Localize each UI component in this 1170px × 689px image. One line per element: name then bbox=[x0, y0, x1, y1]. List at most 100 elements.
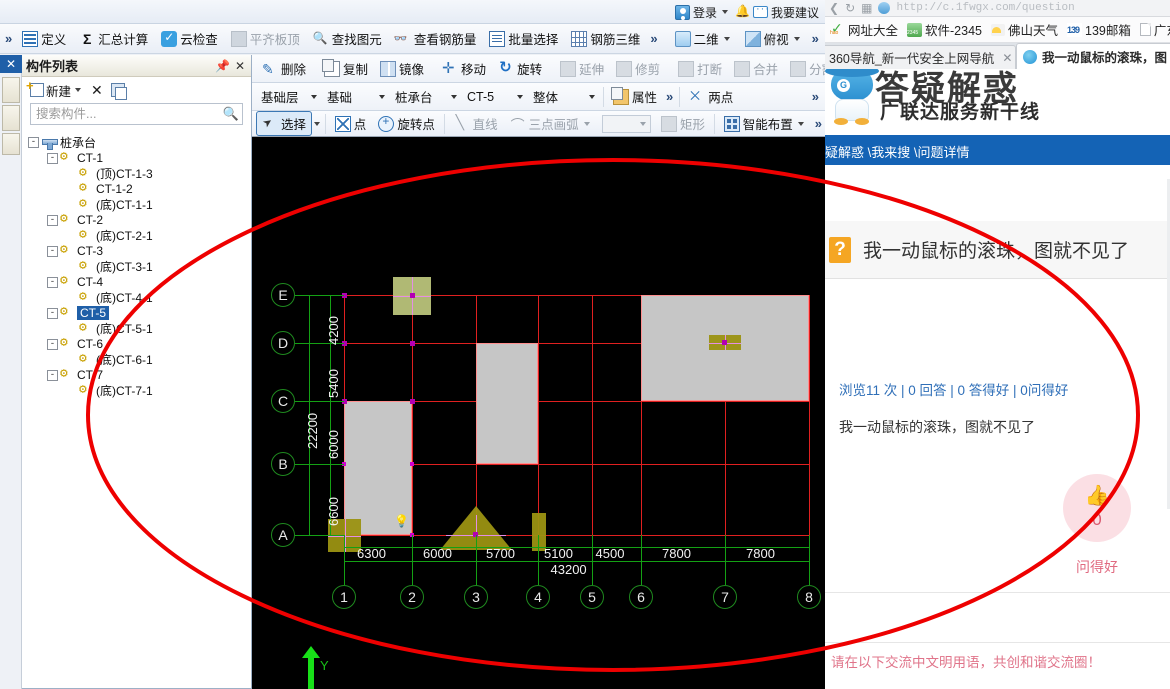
draw-select-button[interactable]: 选择 bbox=[256, 111, 313, 136]
tree-expander-icon[interactable]: - bbox=[47, 214, 58, 226]
property-overflow-icon[interactable]: » bbox=[663, 89, 676, 104]
bookmark-hao123[interactable]: 网址大全 bbox=[830, 20, 898, 39]
tree-item[interactable]: (底)CT-5-1 bbox=[28, 320, 251, 337]
tree-expander-icon[interactable]: - bbox=[47, 307, 58, 319]
draw-extra-select[interactable] bbox=[601, 114, 651, 133]
dock-tab-2[interactable] bbox=[2, 105, 20, 131]
modify-rotate-button[interactable]: 旋转 bbox=[492, 56, 548, 81]
tree-expander-icon[interactable]: - bbox=[47, 338, 58, 350]
dock-tab-3[interactable] bbox=[2, 133, 20, 155]
tree-item[interactable]: CT-1-2 bbox=[28, 180, 251, 198]
back-arrow-icon[interactable]: ❮ bbox=[829, 1, 839, 15]
draw-rotate-point-button[interactable]: 旋转点 bbox=[372, 111, 441, 136]
floor-select[interactable]: 基础层 bbox=[256, 87, 322, 107]
close-icon[interactable]: ✕ bbox=[1002, 51, 1012, 65]
axis-label-D[interactable]: D bbox=[271, 331, 295, 355]
duplicate-component-button[interactable] bbox=[110, 83, 127, 100]
reload-icon[interactable]: ↻ bbox=[845, 1, 855, 15]
modify-copy-button[interactable]: 复制 bbox=[318, 56, 374, 81]
delete-component-button[interactable]: ✕ bbox=[91, 82, 103, 99]
tree-item[interactable]: (底)CT-1-1 bbox=[28, 196, 251, 213]
suggest-button[interactable]: 我要建议 bbox=[752, 3, 819, 21]
tree-item[interactable]: - CT-4 bbox=[28, 273, 251, 291]
axis-label-A[interactable]: A bbox=[271, 523, 295, 547]
axis-label-7[interactable]: 7 bbox=[713, 585, 737, 609]
tree-item[interactable]: (底)CT-6-1 bbox=[28, 351, 251, 368]
view-2d-button[interactable]: 二维 bbox=[669, 26, 738, 51]
tree-item[interactable]: (底)CT-4-1 bbox=[28, 289, 251, 306]
ribbon-summary-calc-button[interactable]: Σ 汇总计算 bbox=[73, 26, 154, 51]
axis-label-6[interactable]: 6 bbox=[629, 585, 653, 609]
axis-label-3[interactable]: 3 bbox=[464, 585, 488, 609]
ribbon-find-element-button[interactable]: 查找图元 bbox=[307, 26, 388, 51]
new-component-button[interactable]: 新建 bbox=[26, 78, 83, 100]
dock-tab-1[interactable] bbox=[2, 77, 20, 103]
modify-mirror-button[interactable]: 镜像 bbox=[374, 56, 430, 81]
axis-label-B[interactable]: B bbox=[271, 452, 295, 476]
tree-item[interactable]: - CT-6 bbox=[28, 335, 251, 353]
ribbon-batch-select-button[interactable]: 批量选择 bbox=[483, 26, 564, 51]
category-select[interactable]: 基础 bbox=[322, 87, 390, 107]
ribbon-main-overflow-icon[interactable]: » bbox=[647, 31, 660, 46]
tree-expander-icon[interactable]: - bbox=[47, 276, 58, 288]
ribbon-rebar-3d-button[interactable]: 钢筋三维 bbox=[565, 26, 646, 51]
axis-label-5[interactable]: 5 bbox=[580, 585, 604, 609]
breadcrumb[interactable]: 疑解惑 \我来搜 \问题详情 bbox=[825, 142, 969, 161]
component-type-select[interactable]: 桩承台 bbox=[390, 87, 462, 107]
ribbon-left-overflow-icon[interactable]: » bbox=[2, 31, 15, 46]
tab-question[interactable]: 我一动鼠标的滚珠，图 bbox=[1016, 43, 1170, 69]
tree-item[interactable]: (底)CT-2-1 bbox=[28, 227, 251, 244]
properties-button[interactable]: 属性 bbox=[607, 84, 663, 109]
draw-overflow-icon[interactable]: » bbox=[812, 116, 825, 131]
bookmark-guangdong[interactable]: 广东 bbox=[1139, 20, 1170, 39]
search-input[interactable] bbox=[31, 104, 220, 124]
draw-smart-layout-button[interactable]: 智能布置 bbox=[718, 111, 812, 136]
tree-item[interactable]: - 桩承台 bbox=[28, 135, 251, 151]
modify-delete-button[interactable]: 删除 bbox=[256, 56, 312, 81]
modify-move-button[interactable]: 移动 bbox=[436, 56, 492, 81]
view-top-button[interactable]: 俯视 bbox=[739, 26, 808, 51]
tree-item[interactable]: - CT-5 bbox=[28, 304, 251, 322]
bookmark-2345[interactable]: 软件-2345 bbox=[907, 20, 982, 39]
search-component-box[interactable]: 🔍 bbox=[30, 103, 243, 125]
two-point-button[interactable]: 两点 bbox=[683, 84, 739, 109]
vote-good-question-button[interactable]: 👍 0 bbox=[1063, 474, 1131, 542]
axis-label-4[interactable]: 4 bbox=[526, 585, 550, 609]
ribbon-view-rebar-button[interactable]: 查看钢筋量 bbox=[389, 26, 483, 51]
tree-item[interactable]: (顶)CT-1-3 bbox=[28, 165, 251, 182]
tree-item[interactable]: - CT-3 bbox=[28, 242, 251, 260]
pin-icon[interactable]: 📌 bbox=[215, 59, 230, 73]
bell-icon[interactable] bbox=[735, 4, 750, 19]
close-icon[interactable]: ✕ bbox=[233, 59, 247, 73]
axis-label-1[interactable]: 1 bbox=[332, 585, 356, 609]
axis-label-2[interactable]: 2 bbox=[400, 585, 424, 609]
axis-label-E[interactable]: E bbox=[271, 283, 295, 307]
home-icon[interactable]: ▦ bbox=[861, 1, 872, 15]
tree-item[interactable]: - CT-7 bbox=[28, 366, 251, 384]
tree-item[interactable]: (底)CT-3-1 bbox=[28, 258, 251, 275]
ribbon-define-button[interactable]: 定义 bbox=[16, 26, 72, 51]
search-icon[interactable]: 🔍 bbox=[220, 106, 242, 122]
two-point-overflow-icon[interactable]: » bbox=[809, 89, 822, 104]
tree-item[interactable]: - CT-2 bbox=[28, 211, 251, 229]
component-select[interactable]: CT-5 bbox=[462, 87, 528, 107]
tree-expander-icon[interactable]: - bbox=[47, 245, 58, 257]
tree-item[interactable]: - CT-1 bbox=[28, 149, 251, 167]
bookmark-139mail[interactable]: 139 139邮箱 bbox=[1067, 20, 1131, 39]
url-text[interactable]: http://c.1fwgx.com/question bbox=[896, 2, 1074, 14]
axis-label-8[interactable]: 8 bbox=[797, 585, 821, 609]
tree-expander-icon[interactable]: - bbox=[28, 137, 39, 149]
login-button[interactable]: 登录 bbox=[674, 4, 730, 21]
panel-dock-close-icon[interactable]: ✕ bbox=[0, 55, 22, 73]
axis-label-C[interactable]: C bbox=[271, 389, 295, 413]
tab-360-nav[interactable]: 360导航_新一代安全上网导航 ✕ bbox=[825, 45, 1016, 69]
tree-expander-icon[interactable]: - bbox=[47, 152, 58, 164]
tree-item[interactable]: (底)CT-7-1 bbox=[28, 382, 251, 399]
tree-expander-icon[interactable]: - bbox=[47, 369, 58, 381]
ribbon-cloud-check-button[interactable]: 云检查 bbox=[155, 26, 224, 51]
bookmark-weather[interactable]: 佛山天气 bbox=[991, 20, 1058, 39]
cad-canvas[interactable]: E D C B A 1 2 3 4 5 6 7 8 4200 5400 6000 6600 22200 6300 60… bbox=[252, 137, 825, 689]
view-overflow-icon[interactable]: » bbox=[809, 31, 822, 46]
draw-point-button[interactable]: 点 bbox=[329, 111, 373, 136]
display-select[interactable]: 整体 bbox=[528, 87, 600, 107]
